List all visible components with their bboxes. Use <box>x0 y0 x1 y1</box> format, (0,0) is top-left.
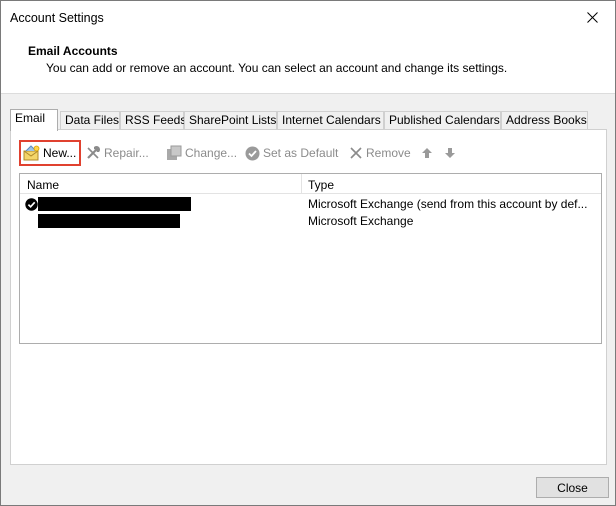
move-up-button[interactable] <box>421 140 433 166</box>
checkmark-circle-icon <box>245 146 260 161</box>
dialog-header: Email Accounts You can add or remove an … <box>1 34 615 94</box>
new-account-button[interactable]: New... <box>19 140 82 166</box>
account-settings-dialog: Account Settings Email Accounts You can … <box>0 0 616 506</box>
arrow-down-icon <box>444 147 456 159</box>
close-icon <box>587 12 598 23</box>
tools-icon <box>85 145 101 161</box>
accounts-list: Name Type Microsoft Exchange (send from … <box>19 173 602 344</box>
repair-button[interactable]: Repair... <box>85 140 149 166</box>
set-as-default-button[interactable]: Set as Default <box>245 140 338 166</box>
redacted-account-name <box>38 214 180 228</box>
column-header-type[interactable]: Type <box>308 178 334 192</box>
header-description: You can add or remove an account. You ca… <box>46 61 508 75</box>
account-row[interactable]: Microsoft Exchange <box>20 213 601 230</box>
window-close-button[interactable] <box>570 1 615 34</box>
new-account-label: New... <box>43 146 77 160</box>
repair-label: Repair... <box>104 146 149 160</box>
tab-address-books[interactable]: Address Books <box>501 111 588 130</box>
arrow-up-icon <box>421 147 433 159</box>
tab-internet-calendars[interactable]: Internet Calendars <box>277 111 384 130</box>
title-bar: Account Settings <box>1 1 615 34</box>
header-title: Email Accounts <box>28 44 118 58</box>
change-label: Change... <box>185 146 238 160</box>
tab-sharepoint-lists[interactable]: SharePoint Lists <box>184 111 277 130</box>
tab-rss-feeds[interactable]: RSS Feeds <box>120 111 186 130</box>
remove-x-icon <box>349 146 363 160</box>
tab-data-files[interactable]: Data Files <box>60 111 120 130</box>
column-header-name[interactable]: Name <box>27 178 59 192</box>
default-account-check-icon <box>25 198 38 214</box>
move-down-button[interactable] <box>444 140 456 166</box>
account-type: Microsoft Exchange <box>308 214 414 228</box>
column-divider[interactable] <box>301 174 302 194</box>
tab-published-calendars[interactable]: Published Calendars <box>384 111 501 130</box>
new-mail-account-icon <box>23 145 40 161</box>
account-row[interactable]: Microsoft Exchange (send from this accou… <box>20 196 601 213</box>
account-type: Microsoft Exchange (send from this accou… <box>308 197 588 211</box>
accounts-toolbar: New... Repair... Change... Set as Defaul… <box>19 140 599 166</box>
change-settings-icon <box>166 145 182 161</box>
remove-label: Remove <box>366 146 411 160</box>
close-button[interactable]: Close <box>536 477 609 498</box>
remove-button[interactable]: Remove <box>349 140 411 166</box>
window-title: Account Settings <box>10 11 104 25</box>
set-as-default-label: Set as Default <box>263 146 339 160</box>
tab-email[interactable]: Email <box>10 109 58 131</box>
change-button[interactable]: Change... <box>166 140 237 166</box>
redacted-account-name <box>38 197 191 211</box>
email-tab-panel: New... Repair... Change... Set as Defaul… <box>10 129 607 465</box>
accounts-list-header: Name Type <box>20 174 601 194</box>
